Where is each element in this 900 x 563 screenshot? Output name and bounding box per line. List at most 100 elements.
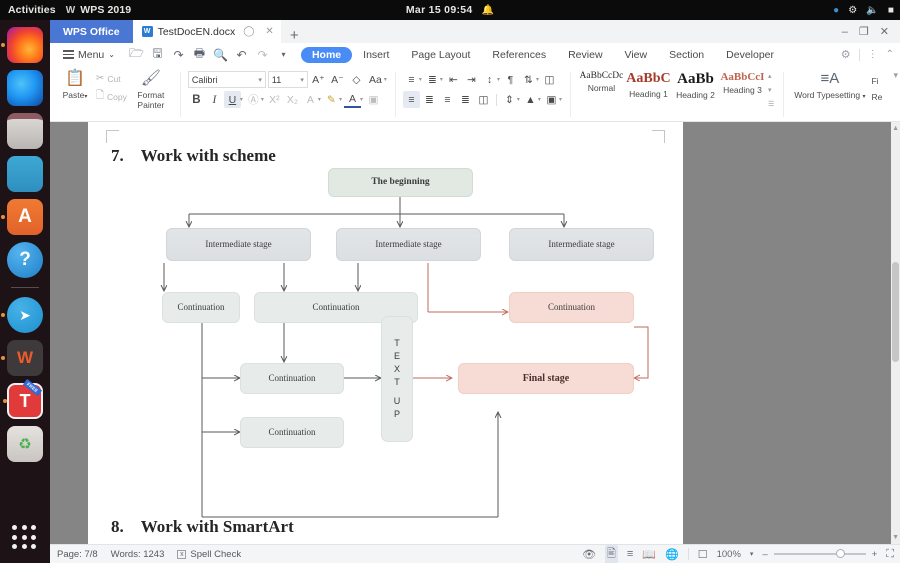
clear-formatting-icon[interactable]: ◇ — [348, 71, 365, 88]
fit-page-icon[interactable]: ☐ — [698, 548, 708, 561]
messages-indicator-icon[interactable]: ● — [833, 5, 839, 16]
chevron-down-icon[interactable]: ▾ — [384, 76, 387, 83]
styles-scroll-controls[interactable]: ▴ ▾ ☰ — [766, 71, 776, 109]
borders-icon[interactable]: ▣ — [543, 91, 560, 108]
grow-font-button[interactable]: A⁺ — [310, 71, 327, 88]
tab-review[interactable]: Review — [557, 47, 613, 63]
chevron-down-icon[interactable]: ▾ — [559, 96, 562, 103]
dock-item-firefox[interactable] — [7, 27, 43, 63]
focused-app-indicator[interactable]: W WPS 2019 — [66, 4, 132, 16]
heading-section-8[interactable]: 8. Work with SmartArt — [111, 517, 294, 537]
paste-button[interactable]: 📋 Paste▾ — [56, 68, 94, 101]
tab-references[interactable]: References — [481, 47, 557, 63]
decrease-indent-icon[interactable]: ⇤ — [445, 71, 462, 88]
chevron-down-icon[interactable]: ▾ — [536, 76, 539, 83]
dock-item-app-store[interactable]: A — [7, 199, 43, 235]
tab-testdocen-docx[interactable]: W TestDocEN.docx ◯ ✕ — [133, 20, 281, 43]
volume-icon[interactable]: 🔈 — [866, 5, 879, 16]
scroll-down-icon[interactable]: ▼ — [892, 534, 899, 541]
bullet-list-icon[interactable]: ≡ — [403, 71, 420, 88]
chevron-down-icon[interactable]: ▾ — [318, 96, 321, 103]
styles-scroll-up-icon[interactable]: ▴ — [768, 72, 774, 80]
settings-gear-icon[interactable]: ⚙ — [841, 48, 851, 61]
show-formatting-marks-icon[interactable]: ¶ — [502, 71, 519, 88]
customize-qat-icon[interactable]: ▾ — [274, 45, 293, 64]
dock-item-wps-office[interactable]: W — [7, 340, 43, 376]
distribute-icon[interactable]: ◫ — [475, 91, 492, 108]
zoom-knob[interactable] — [836, 549, 845, 558]
redo-icon[interactable]: ↷ — [253, 45, 272, 64]
undo-icon[interactable]: ↶ — [232, 45, 251, 64]
ribbon-overflow-chevron-icon[interactable]: ▾ — [893, 70, 898, 81]
align-left-icon[interactable]: ≡ — [403, 91, 420, 108]
notification-bell-icon[interactable]: 🔔 — [482, 5, 495, 16]
clock[interactable]: Mar 15 09:54 — [406, 4, 473, 16]
word-count[interactable]: Words: 1243 — [111, 549, 165, 560]
diagram-node-final-stage[interactable]: Final stage — [458, 363, 634, 394]
new-tab-button[interactable]: + — [281, 28, 308, 43]
styles-more-icon[interactable]: ☰ — [768, 100, 774, 108]
strikethrough-button[interactable]: Ⓐ — [245, 91, 262, 108]
dock-item-help[interactable]: ? — [7, 242, 43, 278]
zoom-track[interactable] — [774, 553, 866, 555]
system-tray[interactable]: ● ⚙ 🔈 ■ — [833, 0, 894, 20]
underline-button[interactable]: U — [224, 91, 241, 108]
font-size-combobox[interactable]: 11 ▾ — [268, 71, 308, 88]
zoom-caret-icon[interactable]: ▾ — [750, 550, 754, 558]
save-as-icon[interactable]: ↷ — [169, 45, 188, 64]
zoom-slider[interactable]: – + — [762, 549, 877, 560]
collapse-ribbon-icon[interactable]: ⌃ — [886, 49, 894, 60]
more-options-icon[interactable]: ⋮ — [868, 49, 878, 60]
style-normal[interactable]: AaBbCcDc Normal — [578, 71, 625, 93]
style-heading-1[interactable]: AaBbC Heading 1 — [625, 71, 672, 99]
tab-pin-icon[interactable]: ◯ — [240, 26, 257, 37]
diagram-node-continuation-5[interactable]: Continuation — [240, 417, 344, 448]
scrollbar-thumb[interactable] — [892, 262, 899, 362]
zoom-in-button[interactable]: + — [872, 549, 878, 560]
subscript-button[interactable]: X₂ — [284, 91, 301, 108]
tab-section[interactable]: Section — [658, 47, 715, 63]
tab-developer[interactable]: Developer — [715, 47, 785, 63]
character-shading-icon[interactable]: ▣ — [365, 91, 382, 108]
page-indicator[interactable]: Page: 7/8 — [57, 549, 98, 560]
style-heading-2[interactable]: AaBb Heading 2 — [672, 71, 719, 100]
chevron-down-icon[interactable]: ▾ — [261, 96, 264, 103]
open-icon[interactable]: 🗁 — [127, 45, 146, 64]
maximize-button[interactable]: ❐ — [859, 25, 869, 38]
chevron-down-icon[interactable]: ▾ — [497, 76, 500, 83]
line-spacing-icon[interactable]: ⇕ — [501, 91, 518, 108]
tab-view[interactable]: View — [614, 47, 659, 63]
word-typesetting-button[interactable]: ≡A Word Typesetting ▾ — [788, 68, 871, 121]
diagram-node-start[interactable]: The beginning — [328, 168, 473, 197]
read-mode-icon[interactable]: 👁 — [582, 548, 596, 561]
dock-item-files[interactable] — [7, 113, 43, 149]
save-icon[interactable]: 🖫 — [148, 45, 167, 64]
font-family-combobox[interactable]: Calibri ▾ — [188, 71, 266, 88]
web-layout-icon[interactable]: 🌐 — [665, 548, 679, 561]
diagram-node-continuation-3[interactable]: Continuation — [509, 292, 634, 323]
dock-item-documents[interactable] — [7, 156, 43, 192]
document-page[interactable]: 7. Work with scheme — [88, 122, 683, 544]
paragraph-ruler-icon[interactable]: ◫ — [541, 71, 558, 88]
dock-item-trash[interactable]: ♻ — [7, 426, 43, 462]
shading-icon[interactable]: ▲ — [522, 91, 539, 108]
document-canvas[interactable]: 7. Work with scheme — [50, 122, 900, 544]
two-page-icon[interactable]: 📖 — [642, 548, 656, 561]
battery-icon[interactable]: ■ — [888, 5, 894, 16]
zoom-level[interactable]: 100% — [717, 549, 741, 560]
tab-home[interactable]: Home — [301, 47, 352, 63]
print-preview-icon[interactable]: 🔍 — [211, 45, 230, 64]
close-button[interactable]: ✕ — [880, 25, 889, 38]
tab-close-icon[interactable]: ✕ — [262, 26, 276, 37]
superscript-button[interactable]: X² — [266, 91, 283, 108]
dock-item-telegram[interactable]: ➤ — [7, 297, 43, 333]
merge-lines-icon[interactable]: ⇅ — [520, 71, 537, 88]
format-painter-button[interactable]: 🖌 Format Painter — [129, 68, 173, 110]
ribbon-overflow-group[interactable]: Fi Re — [871, 68, 882, 121]
font-color-icon[interactable]: A — [344, 91, 361, 108]
chevron-down-icon[interactable]: ▾ — [538, 96, 541, 103]
style-heading-3[interactable]: AaBbCcI Heading 3 — [719, 71, 766, 95]
outline-icon[interactable]: ≡ — [627, 548, 633, 560]
chevron-down-icon[interactable]: ▾ — [339, 96, 342, 103]
justify-icon[interactable]: ≣ — [457, 91, 474, 108]
